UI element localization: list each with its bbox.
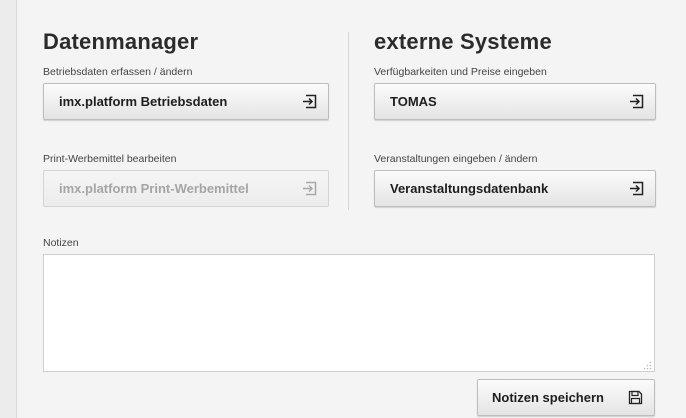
veranstaltung-label: Veranstaltungen eingeben / ändern bbox=[374, 153, 538, 165]
tomas-button[interactable]: TOMAS bbox=[374, 83, 656, 120]
betriebsdaten-button[interactable]: imx.platform Betriebsdaten bbox=[43, 83, 329, 120]
print-werbemittel-button[interactable]: imx.platform Print-Werbemittel bbox=[43, 170, 329, 207]
floppy-disk-icon bbox=[628, 390, 643, 405]
verfuegbarkeit-label: Verfügbarkeiten und Preise eingeben bbox=[374, 66, 547, 78]
column-divider bbox=[348, 32, 349, 210]
veranstaltungsdatenbank-button[interactable]: Veranstaltungsdatenbank bbox=[374, 170, 656, 207]
tomas-button-label: TOMAS bbox=[390, 94, 437, 109]
resize-grip-icon[interactable] bbox=[643, 361, 652, 370]
enter-arrow-icon bbox=[303, 181, 317, 196]
notizen-textarea[interactable] bbox=[43, 254, 655, 372]
enter-arrow-icon bbox=[630, 181, 644, 196]
print-werbemittel-button-label: imx.platform Print-Werbemittel bbox=[59, 181, 249, 196]
datenmanager-title: Datenmanager bbox=[43, 29, 199, 54]
externe-systeme-title: externe Systeme bbox=[374, 29, 552, 54]
notizen-label: Notizen bbox=[43, 237, 79, 249]
veranstaltungsdatenbank-button-label: Veranstaltungsdatenbank bbox=[390, 181, 549, 196]
betriebsdaten-button-label: imx.platform Betriebsdaten bbox=[59, 94, 228, 109]
enter-arrow-icon bbox=[303, 94, 317, 109]
enter-arrow-icon bbox=[630, 94, 644, 109]
notizen-speichern-button[interactable]: Notizen speichern bbox=[477, 379, 655, 416]
betriebsdaten-label: Betriebsdaten erfassen / ändern bbox=[43, 66, 193, 78]
print-label: Print-Werbemittel bearbeiten bbox=[43, 153, 177, 165]
left-edge-strip bbox=[0, 0, 17, 418]
notizen-speichern-label: Notizen speichern bbox=[492, 390, 604, 405]
